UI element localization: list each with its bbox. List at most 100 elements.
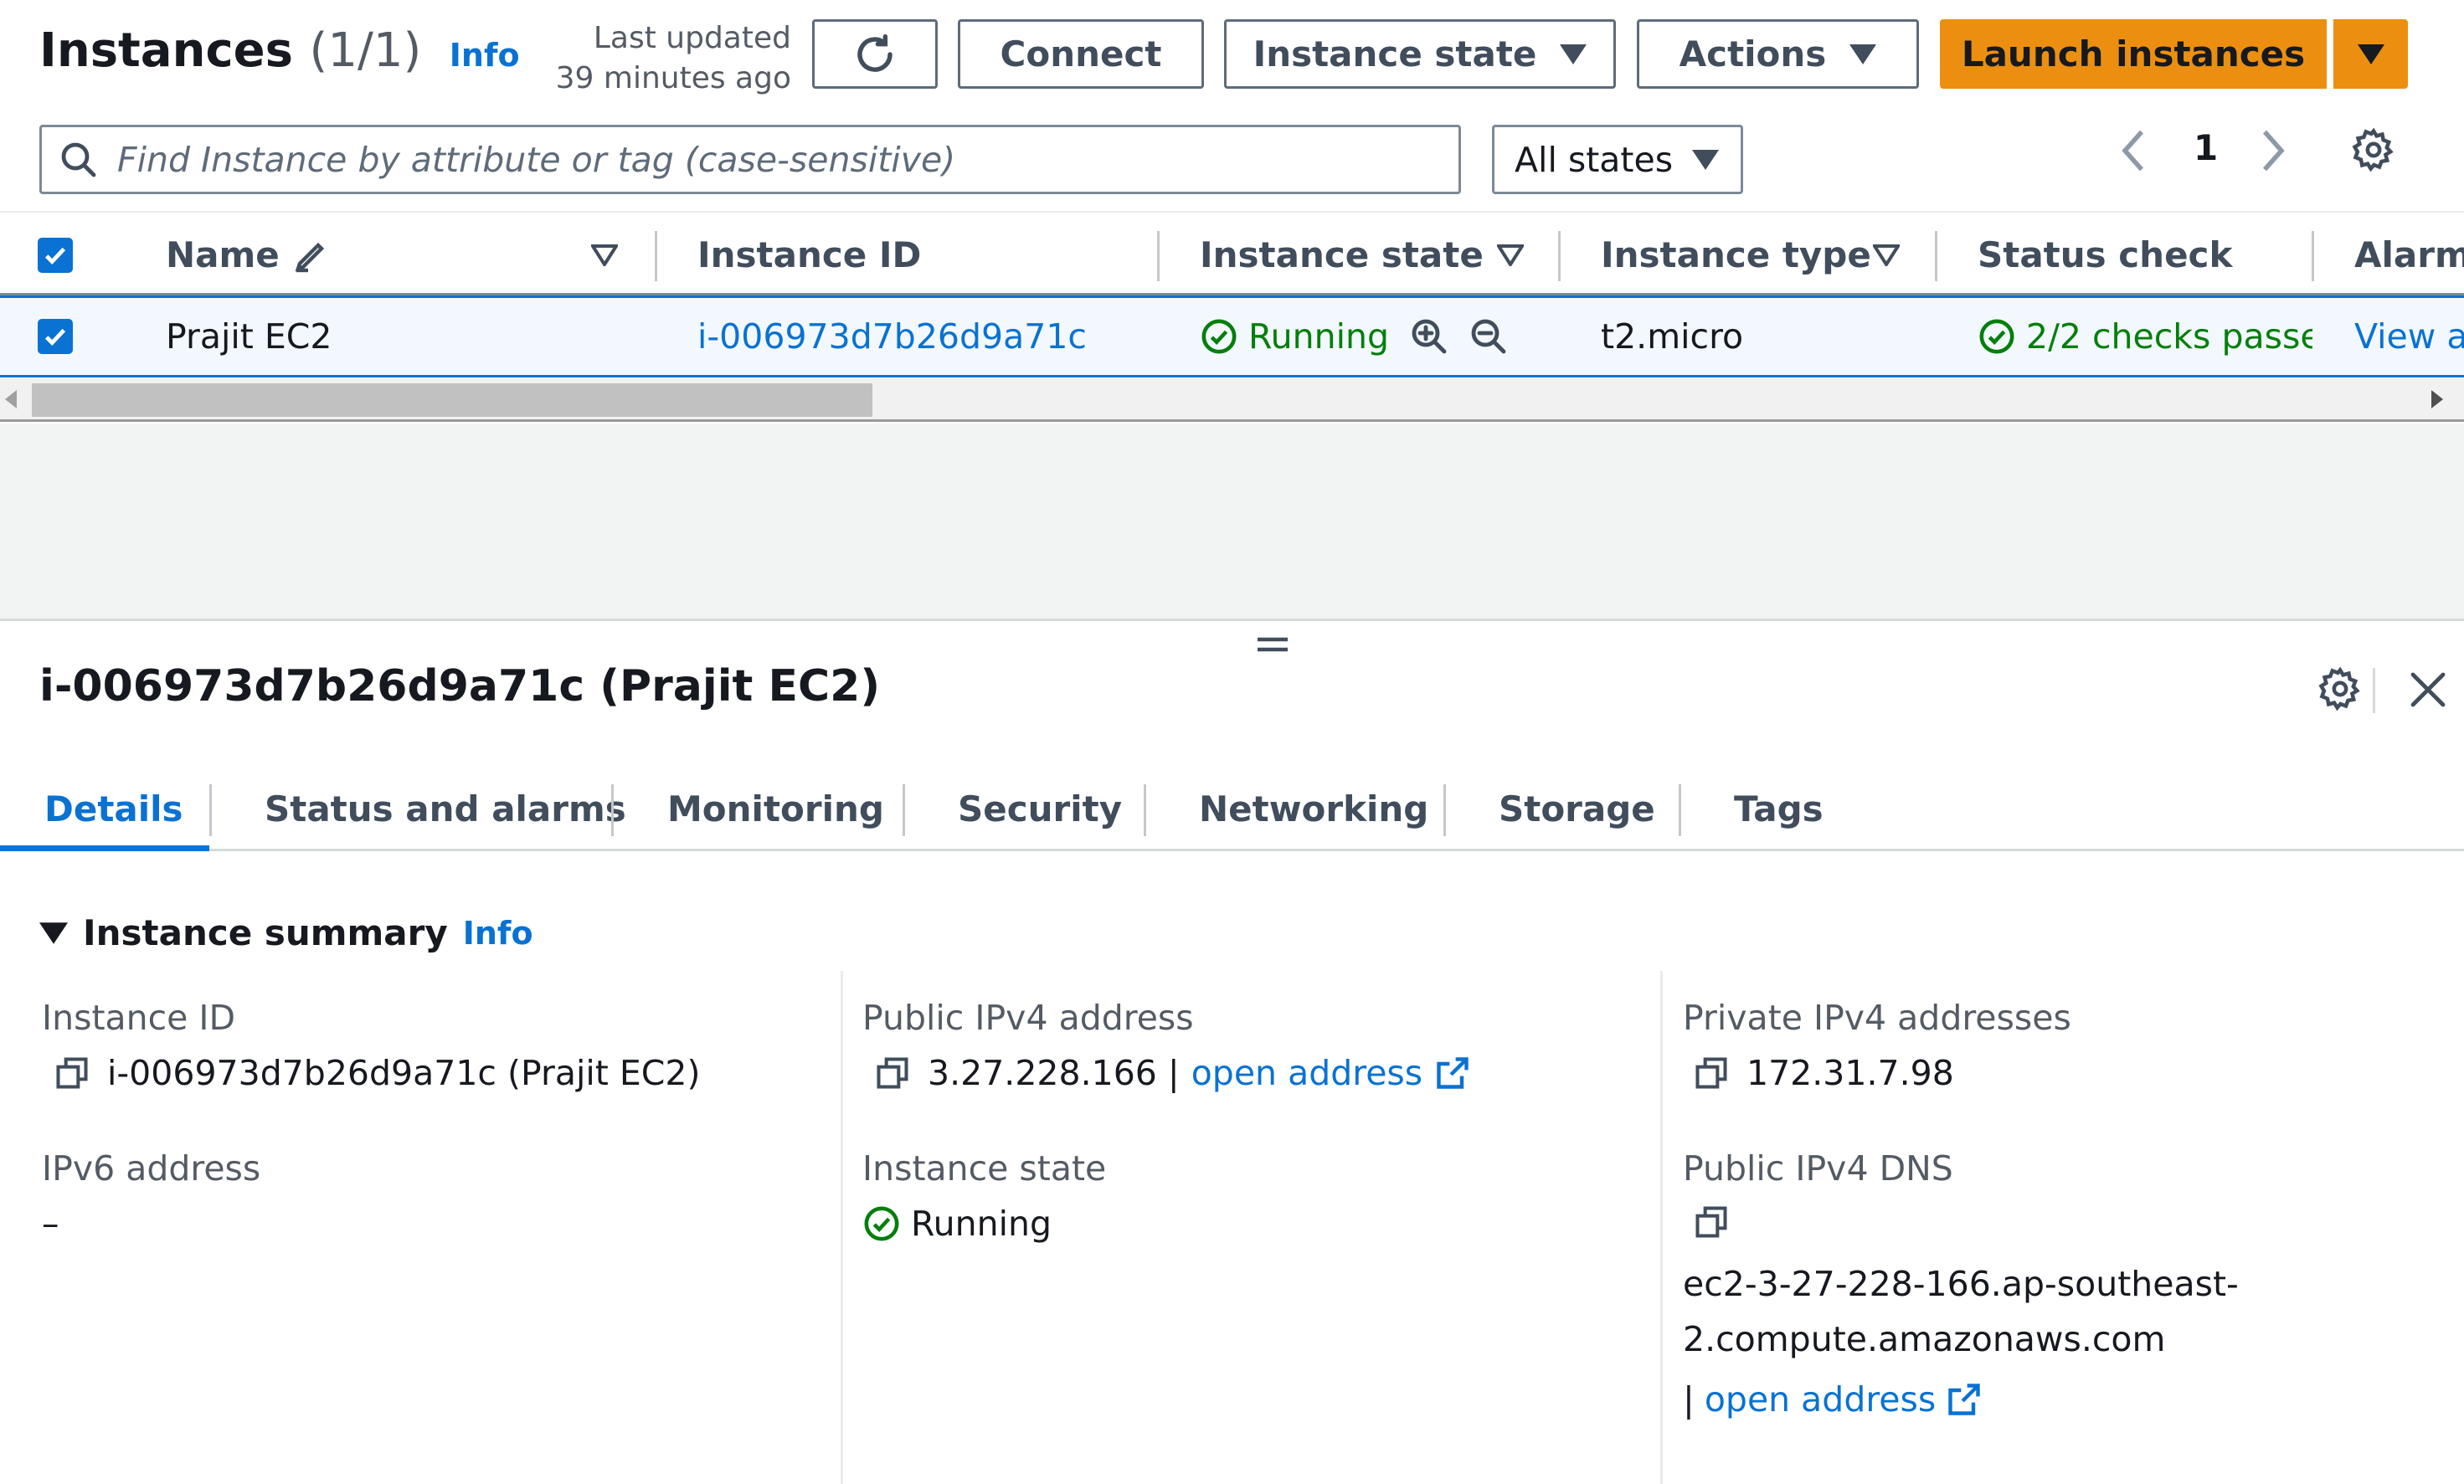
sort-icon[interactable] (1497, 213, 1524, 297)
public-dns-line1: ec2-3-27-228-166.ap-southeast- (1683, 1264, 2239, 1304)
refresh-icon (852, 32, 898, 77)
instance-id-label: Instance ID (42, 998, 236, 1038)
select-all-checkbox[interactable] (38, 213, 73, 297)
details-title: i-006973d7b26d9a71c (Prajit EC2) (39, 661, 881, 711)
divider (2373, 668, 2375, 713)
tab-tags[interactable]: Tags (1734, 766, 1824, 851)
column-instance-type[interactable]: Instance type (1601, 213, 1871, 297)
gear-icon (2351, 127, 2396, 172)
horizontal-scrollbar[interactable] (0, 378, 2464, 422)
prev-page-button[interactable] (2117, 126, 2150, 176)
column-alarm[interactable]: Alarm (2354, 213, 2464, 297)
instance-state-value: Running (862, 1204, 1052, 1244)
row-checkbox[interactable] (38, 298, 73, 375)
tab-security[interactable]: Security (958, 766, 1122, 851)
column-status-check[interactable]: Status check (1978, 213, 2232, 297)
external-link-icon[interactable] (1434, 1055, 1471, 1091)
scroll-left-arrow[interactable] (5, 390, 17, 408)
column-divider[interactable] (1558, 231, 1561, 281)
copy-icon[interactable] (54, 1055, 90, 1091)
column-name[interactable]: Name (166, 213, 332, 297)
copy-icon[interactable] (1693, 1055, 1730, 1091)
caret-down-icon (1692, 149, 1719, 170)
column-instance-id[interactable]: Instance ID (697, 213, 921, 297)
last-updated: Last updated 39 minutes ago (502, 18, 791, 99)
search-input[interactable]: Find Instance by attribute or tag (case-… (39, 125, 1461, 194)
table-header: Name Instance ID Instance state Instance… (0, 211, 2464, 295)
instance-summary-toggle[interactable]: Instance summary Info (39, 912, 533, 953)
public-ipv4-value: 3.27.228.166 | open address (874, 1053, 1471, 1093)
cell-instance-state-text: Running (1248, 316, 1390, 357)
external-link-icon[interactable] (1946, 1381, 1983, 1418)
open-address-link[interactable]: open address (1705, 1379, 1936, 1420)
states-filter-select[interactable]: All states (1492, 125, 1743, 194)
close-details-button[interactable] (2408, 670, 2448, 710)
chevron-right-icon (2256, 126, 2290, 176)
launch-options-button[interactable] (2333, 19, 2408, 89)
details-settings-button[interactable] (2317, 666, 2363, 711)
caret-down-icon (2357, 44, 2384, 64)
check-circle-icon (862, 1204, 901, 1243)
caret-down-icon (1849, 44, 1877, 64)
edit-icon (291, 235, 332, 275)
tab-details[interactable]: Details (44, 766, 183, 851)
zoom-in-icon (1409, 316, 1449, 357)
refresh-button[interactable] (812, 19, 938, 89)
search-icon (59, 140, 99, 180)
actions-dropdown[interactable]: Actions (1637, 19, 1919, 89)
column-instance-id-label: Instance ID (697, 234, 922, 275)
column-divider[interactable] (2312, 231, 2314, 281)
tab-divider (209, 784, 212, 836)
caret-down-icon (1560, 44, 1587, 64)
tab-divider (1443, 784, 1446, 836)
caret-down-icon (39, 922, 68, 944)
zoom-out-button[interactable] (1469, 298, 1509, 375)
column-divider[interactable] (655, 231, 657, 281)
instance-state-dropdown[interactable]: Instance state (1224, 19, 1616, 89)
table-settings-button[interactable] (2351, 127, 2396, 172)
scrollbar-thumb[interactable] (32, 383, 872, 417)
sort-icon[interactable] (591, 213, 618, 297)
tab-divider (1144, 784, 1146, 836)
table-row[interactable]: Prajit EC2 i-006973d7b26d9a71c Running t… (0, 295, 2464, 377)
launch-instances-button[interactable]: Launch instances (1940, 19, 2327, 89)
instance-id-text: i-006973d7b26d9a71c (Prajit EC2) (107, 1053, 701, 1093)
check-circle-icon (1978, 317, 2016, 356)
tab-divider (611, 784, 614, 836)
next-page-button[interactable] (2256, 126, 2290, 176)
column-divider[interactable] (1157, 231, 1160, 281)
cell-instance-id-link[interactable]: i-006973d7b26d9a71c (697, 298, 1087, 375)
tab-networking[interactable]: Networking (1199, 766, 1428, 851)
copy-icon[interactable] (1693, 1204, 1730, 1240)
tab-storage[interactable]: Storage (1499, 766, 1655, 851)
check-circle-icon (1200, 317, 1238, 356)
column-instance-state[interactable]: Instance state (1200, 213, 1484, 297)
public-dns-line2: 2.compute.amazonaws.com (1683, 1319, 2166, 1359)
info-link[interactable]: Info (463, 915, 533, 952)
open-address-link[interactable]: open address (1191, 1053, 1422, 1093)
cell-alarm-link[interactable]: View a (2354, 298, 2464, 375)
zoom-in-button[interactable] (1409, 298, 1449, 375)
last-updated-label: Last updated (593, 21, 791, 55)
details-tabs: Details Status and alarms Monitoring Sec… (0, 766, 2464, 851)
cell-instance-type: t2.micro (1601, 316, 1744, 357)
sort-icon[interactable] (1873, 213, 1900, 297)
cell-instance-state: Running (1200, 298, 1389, 375)
copy-icon[interactable] (874, 1055, 911, 1091)
public-ipv4-label: Public IPv4 address (862, 998, 1194, 1038)
page-title-text: Instances (39, 23, 293, 78)
cell-status-check-text: 2/2 checks passec (2026, 316, 2312, 357)
connect-button[interactable]: Connect (958, 19, 1204, 89)
scroll-right-arrow[interactable] (2431, 390, 2443, 408)
page-title: Instances (1/1) Info (39, 23, 520, 78)
drag-handle-icon[interactable] (1256, 634, 1289, 655)
states-filter-value: All states (1515, 139, 1674, 180)
tab-monitoring[interactable]: Monitoring (667, 766, 884, 851)
tab-status-and-alarms[interactable]: Status and alarms (265, 766, 626, 851)
cell-name: Prajit EC2 (166, 316, 332, 357)
private-ipv4-label: Private IPv4 addresses (1683, 998, 2071, 1038)
column-divider[interactable] (1935, 231, 1937, 281)
page-number[interactable]: 1 (2194, 127, 2218, 168)
private-ipv4-text: 172.31.7.98 (1746, 1053, 1954, 1093)
connect-label: Connect (1000, 33, 1162, 74)
